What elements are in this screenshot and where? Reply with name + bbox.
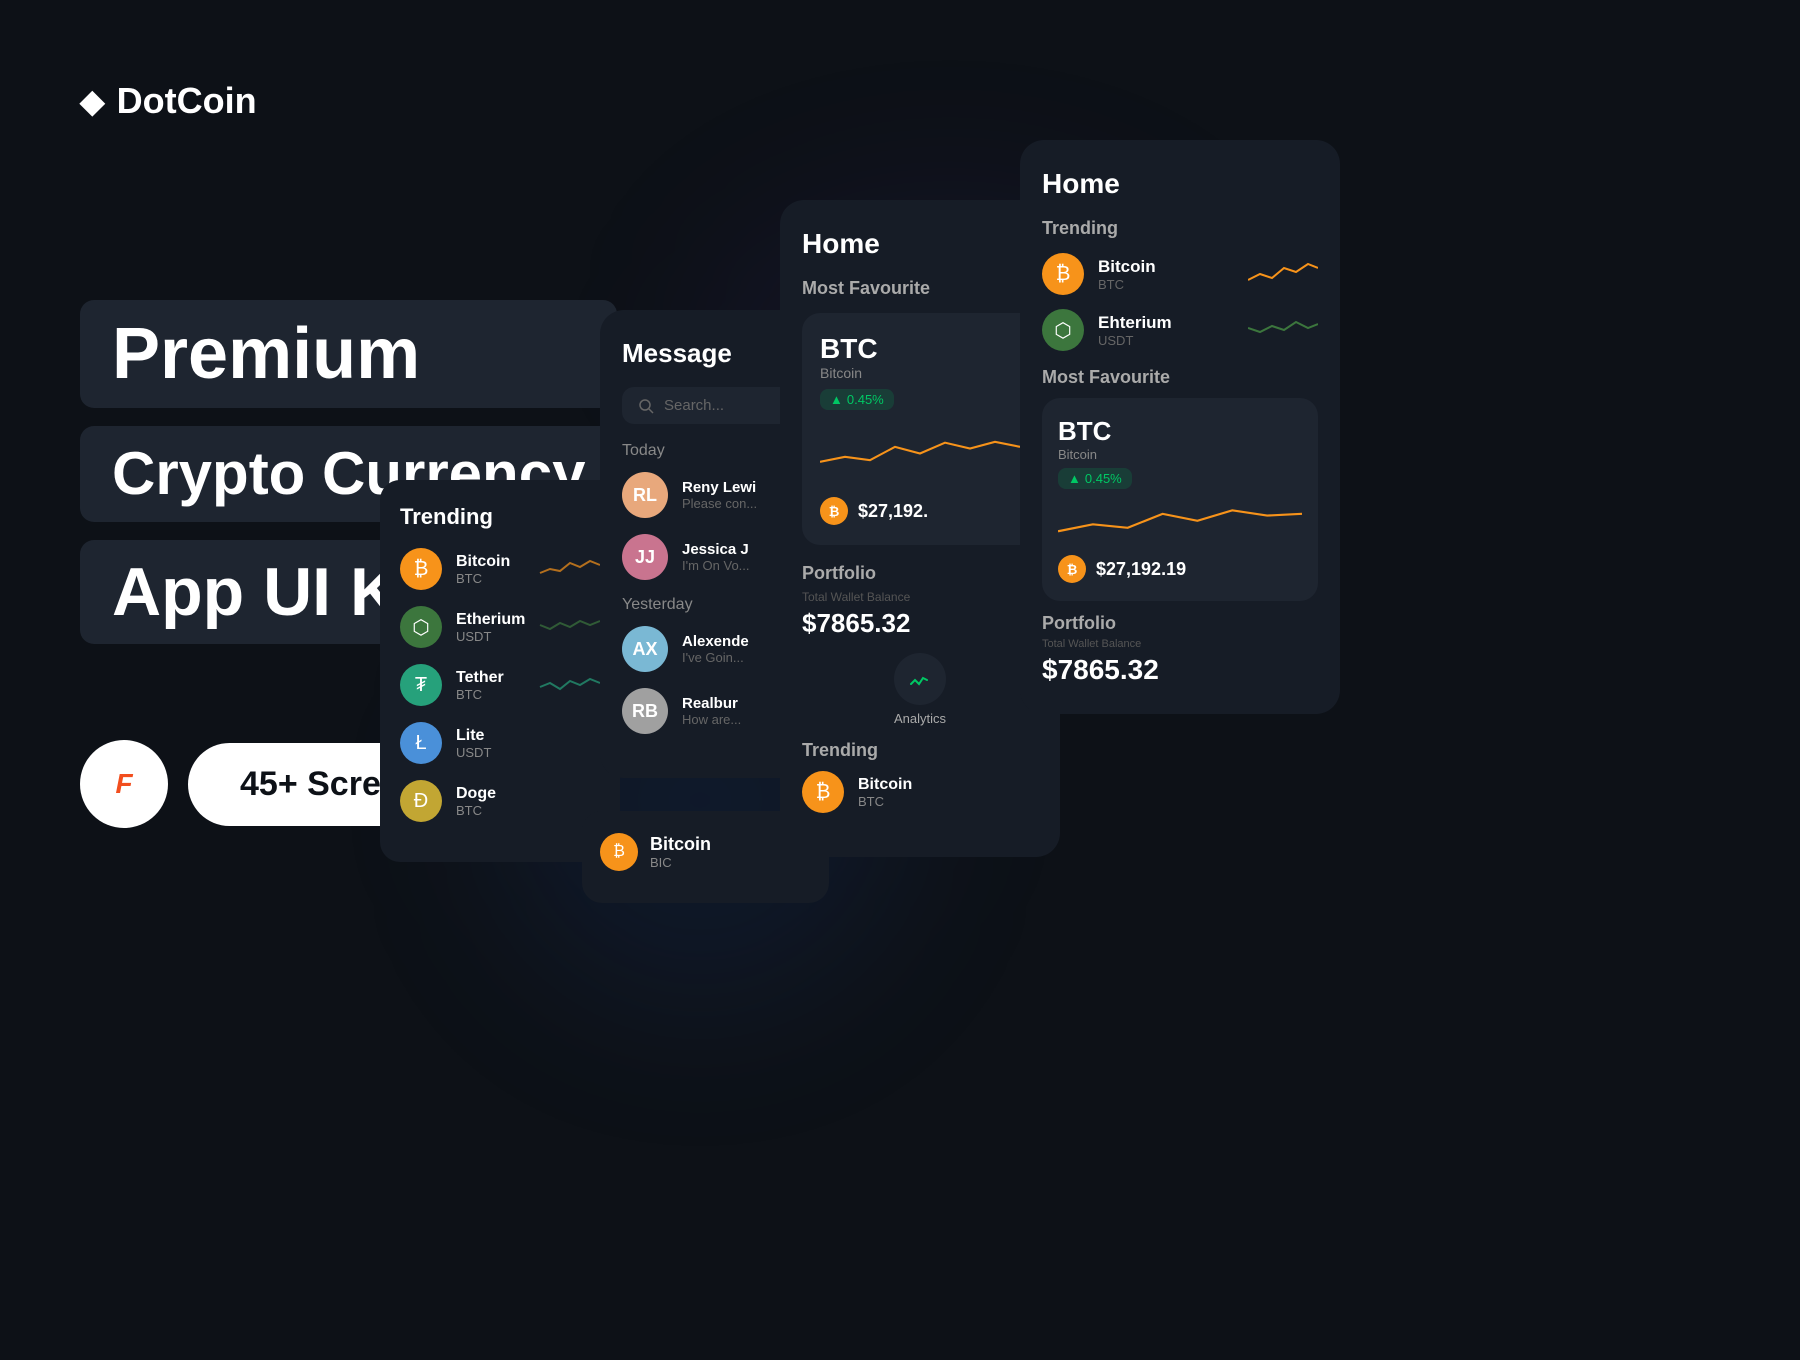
search-placeholder: Search...	[664, 397, 724, 414]
analytics-icon	[894, 653, 946, 705]
bitcoin-bic-name: Bitcoin	[650, 834, 711, 855]
eth-icon: ⬡	[400, 606, 442, 648]
message-sender: Alexende	[682, 633, 749, 650]
analytics-label: Analytics	[894, 711, 946, 726]
crypto-ticker: BTC	[456, 687, 504, 702]
analytics-item: Analytics	[802, 653, 1038, 726]
btc-name: Bitcoin	[820, 365, 1020, 381]
avatar: RL	[622, 472, 668, 518]
btc-sparkline-right	[1248, 258, 1318, 291]
btc-sparkline	[540, 555, 600, 584]
list-item[interactable]: ⬡ Ehterium USDT	[1042, 309, 1318, 351]
list-item[interactable]: Ð Doge BTC	[400, 780, 600, 822]
logo-diamond: ◆	[80, 82, 105, 120]
eth-sparkline-right	[1248, 314, 1318, 347]
btc-coin-icon: ₿	[820, 497, 848, 525]
portfolio-sublabel: Total Wallet Balance	[802, 590, 1038, 604]
tether-sparkline	[540, 671, 600, 700]
btc-chart-right	[1058, 497, 1302, 542]
trending-panel-title: Trending	[400, 504, 600, 530]
crypto-ticker: USDT	[456, 745, 491, 760]
crypto-ticker: BTC	[456, 571, 510, 586]
bitcoin-bic-ticker: BIC	[650, 855, 711, 870]
list-item[interactable]: ₮ Tether BTC	[400, 664, 600, 706]
crypto-name: Bitcoin	[858, 776, 912, 794]
list-item[interactable]: ⬡ Etherium USDT	[400, 606, 600, 648]
crypto-ticker: USDT	[456, 629, 525, 644]
most-fav-heading-right: Most Favourite	[1042, 367, 1318, 388]
usdt-icon: ₮	[400, 664, 442, 706]
crypto-ticker: BTC	[456, 803, 496, 818]
doge-icon: Ð	[400, 780, 442, 822]
avatar: JJ	[622, 534, 668, 580]
crypto-name: Lite	[456, 727, 491, 745]
btc-card: BTC Bitcoin ▲ 0.45% ₿ $27,192.	[802, 313, 1038, 545]
crypto-ticker: BTC	[858, 794, 912, 809]
btc-label: BTC	[820, 333, 1020, 365]
figma-icon: F	[115, 768, 132, 800]
crypto-name: Bitcoin	[1098, 257, 1156, 277]
btc-label-right: BTC	[1058, 416, 1302, 447]
figma-button[interactable]: F	[80, 740, 168, 828]
list-item[interactable]: ₿ Bitcoin BTC	[802, 771, 1038, 813]
message-preview: I'm On Vo...	[682, 558, 750, 573]
crypto-name: Tether	[456, 669, 504, 687]
btc-chart	[820, 426, 1020, 476]
portfolio-right: Portfolio Total Wallet Balance $7865.32	[1042, 613, 1318, 686]
home-panel-right: Home Trending ₿ Bitcoin BTC ⬡ Ehterium U…	[1020, 140, 1340, 714]
home-mid-title: Home	[802, 228, 1038, 260]
crypto-name: Ehterium	[1098, 313, 1172, 333]
bitcoin-bic-card: ₿ Bitcoin BIC	[582, 811, 829, 903]
home-panel-mid: Home Most Favourite BTC Bitcoin ▲ 0.45% …	[780, 200, 1060, 857]
list-item[interactable]: Ł Lite USDT	[400, 722, 600, 764]
trending-bottom-heading: Trending	[802, 740, 1038, 761]
portfolio-section: Portfolio Total Wallet Balance $7865.32	[802, 563, 1038, 639]
crypto-name: Doge	[456, 785, 496, 803]
portfolio-label: Portfolio	[802, 563, 1038, 584]
message-preview: Please con...	[682, 496, 757, 511]
trending-bottom: Trending ₿ Bitcoin BTC	[802, 740, 1038, 813]
lite-icon: Ł	[400, 722, 442, 764]
eth-sparkline	[540, 613, 600, 642]
btc-small-icon: ₿	[802, 771, 844, 813]
btc-change-badge: ▲ 0.45%	[820, 389, 894, 410]
btc-coin-small: ₿	[1058, 555, 1086, 583]
portfolio-sub-right: Total Wallet Balance	[1042, 638, 1318, 650]
crypto-ticker: BTC	[1098, 277, 1156, 292]
bitcoin-bic-icon: ₿	[600, 833, 638, 871]
trending-right-heading: Trending	[1042, 218, 1318, 239]
message-preview: How are...	[682, 712, 741, 727]
eth-icon-right: ⬡	[1042, 309, 1084, 351]
trending-panel-left: Trending ₿ Bitcoin BTC ⬡ Etherium USDT ₮…	[380, 480, 620, 862]
btc-icon: ₿	[400, 548, 442, 590]
btc-name-right: Bitcoin	[1058, 447, 1302, 462]
message-sender: Jessica J	[682, 541, 750, 558]
portfolio-label-right: Portfolio	[1042, 613, 1318, 634]
btc-card-right: BTC Bitcoin ▲ 0.45% ₿ $27,192.19	[1042, 398, 1318, 601]
avatar: RB	[622, 688, 668, 734]
logo-text: DotCoin	[117, 80, 257, 122]
logo: ◆ DotCoin	[80, 80, 257, 122]
hero-line1: Premium	[80, 300, 617, 408]
crypto-name: Etherium	[456, 611, 525, 629]
btc-price: $27,192.	[858, 501, 928, 522]
portfolio-value-right: $7865.32	[1042, 654, 1318, 686]
most-favourite-heading: Most Favourite	[802, 278, 1038, 299]
trending-list-right: ₿ Bitcoin BTC ⬡ Ehterium USDT	[1042, 253, 1318, 351]
message-sender: Realbur	[682, 695, 741, 712]
message-preview: I've Goin...	[682, 650, 749, 665]
btc-icon-right: ₿	[1042, 253, 1084, 295]
home-right-title: Home	[1042, 168, 1318, 200]
portfolio-value: $7865.32	[802, 608, 1038, 639]
crypto-ticker: USDT	[1098, 333, 1172, 348]
message-sender: Reny Lewi	[682, 479, 757, 496]
crypto-name: Bitcoin	[456, 553, 510, 571]
btc-price-right: $27,192.19	[1096, 559, 1186, 580]
btc-change-badge-right: ▲ 0.45%	[1058, 468, 1132, 489]
search-icon	[638, 398, 654, 414]
avatar: AX	[622, 626, 668, 672]
list-item[interactable]: ₿ Bitcoin BTC	[1042, 253, 1318, 295]
list-item[interactable]: ₿ Bitcoin BTC	[400, 548, 600, 590]
